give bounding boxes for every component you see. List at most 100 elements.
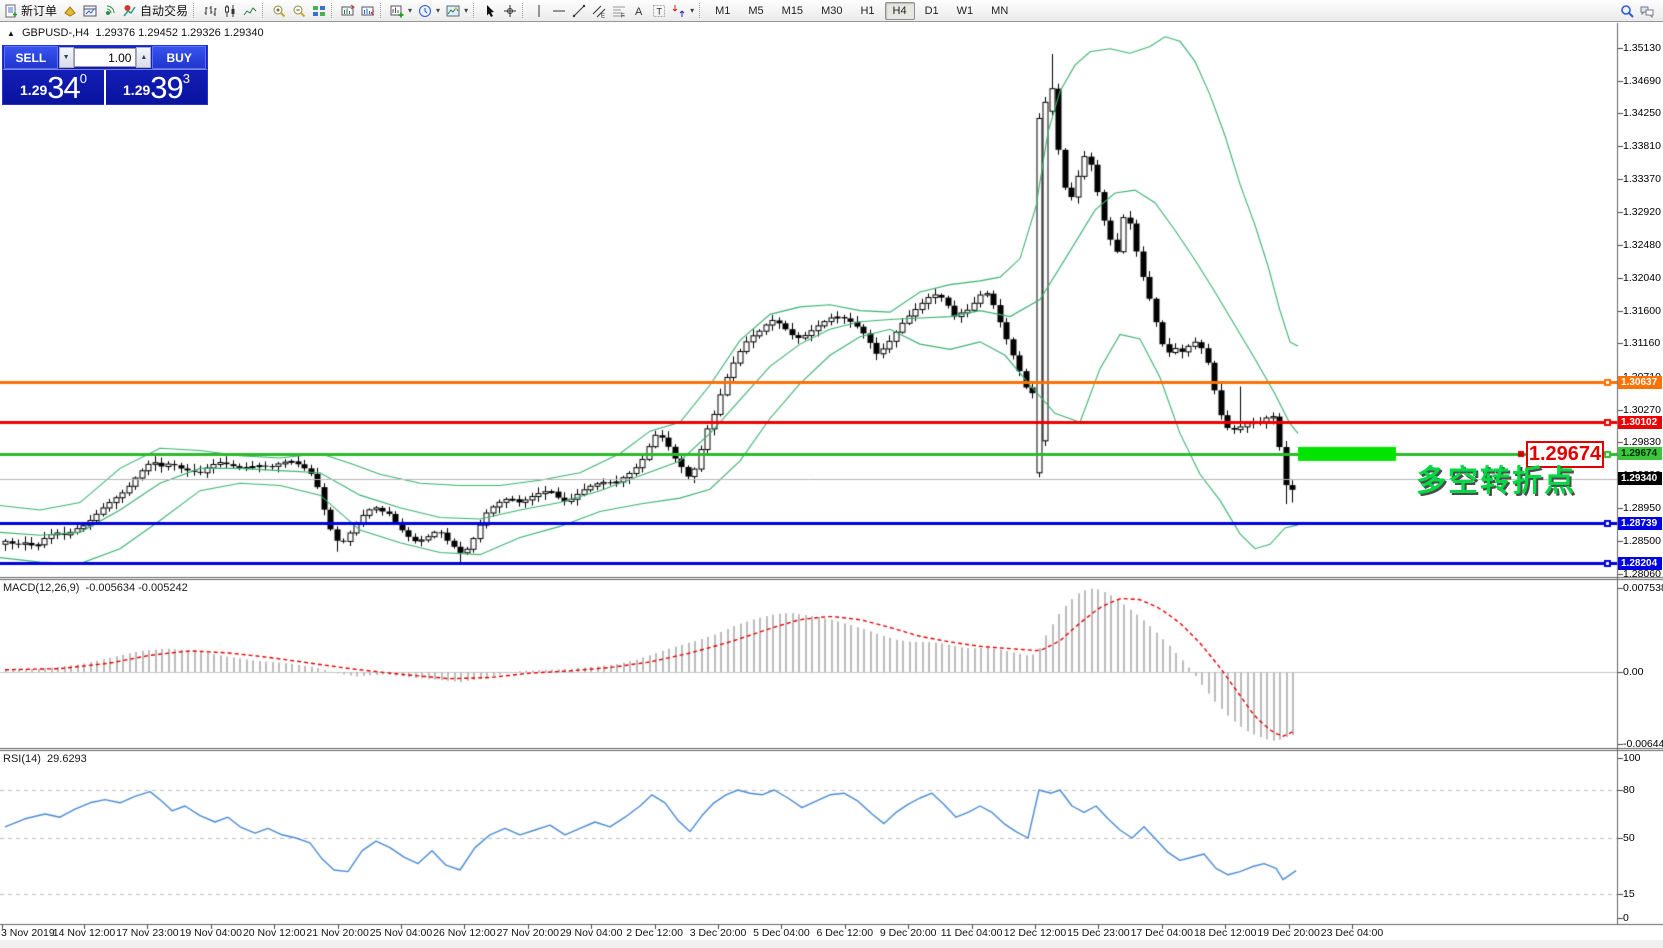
new-order-button[interactable]: 新订单 — [1, 1, 60, 21]
buy-price-sup: 3 — [183, 72, 190, 85]
fibonacci-button[interactable]: F — [609, 1, 629, 21]
toolbar-buttons: 新订单自动交易▾▾▾EFAT▾ — [1, 1, 706, 21]
zoom-out-button[interactable] — [289, 1, 309, 21]
timeframe-h1-button[interactable]: H1 — [852, 2, 882, 20]
timeframe-m15-button[interactable]: M15 — [774, 2, 811, 20]
price-axis-tick: 1.31160 — [1623, 337, 1660, 349]
text-label-button[interactable]: T — [649, 1, 669, 21]
timeframe-mn-button[interactable]: MN — [983, 2, 1016, 20]
timeframe-m1-button[interactable]: M1 — [707, 2, 738, 20]
template-button[interactable]: ▾ — [443, 1, 471, 21]
price-axis-tick: 1.34690 — [1623, 75, 1661, 87]
toolbar-separator — [473, 3, 477, 18]
zoom-in-button[interactable] — [269, 1, 289, 21]
rsi-name: RSI(14) — [3, 753, 41, 765]
hline-price-chip: 1.30102 — [1618, 416, 1662, 429]
charts-window-icon — [83, 4, 97, 18]
volume-input[interactable]: 1.00 — [74, 48, 137, 67]
crosshair-button[interactable] — [500, 1, 520, 21]
autotrade-button[interactable]: 自动交易 — [120, 1, 191, 21]
sell-button[interactable]: SELL — [4, 46, 58, 69]
price-axis-tick: 1.34250 — [1623, 107, 1661, 119]
indicator-list-button[interactable] — [338, 1, 358, 21]
new-order-icon — [4, 4, 18, 18]
symbol-period-label: GBPUSD-,H4 — [22, 27, 89, 39]
cursor-icon — [483, 4, 497, 18]
charts-window-button[interactable] — [80, 1, 100, 21]
buy-price[interactable]: 1.29393 — [106, 70, 207, 105]
price-axis-tick: 1.28500 — [1623, 535, 1661, 547]
sell-price-int: 1.29 — [20, 77, 47, 103]
sell-price-big: 34 — [47, 72, 79, 103]
timeframe-h4-button[interactable]: H4 — [885, 2, 915, 20]
bar-chart-button[interactable] — [200, 1, 220, 21]
one-click-trading-panel: SELL ▼ 1.00 ▲ BUY 1.29340 1.29393 — [2, 45, 208, 105]
template-icon — [446, 4, 460, 18]
buy-price-int: 1.29 — [123, 77, 150, 103]
rsi-axis-tick: 100 — [1623, 752, 1641, 764]
volume-decrease-button[interactable]: ▼ — [59, 47, 74, 68]
macd-label: MACD(12,26,9) -0.005634 -0.005242 — [3, 582, 188, 594]
current-price-chip: 1.29340 — [1618, 472, 1662, 485]
timeframe-d1-button[interactable]: D1 — [917, 2, 947, 20]
rsi-value: 29.6293 — [47, 753, 87, 765]
svg-text:A: A — [635, 6, 643, 18]
zoom-out-icon — [292, 4, 306, 18]
svg-text:E: E — [601, 13, 605, 18]
equidistant-channel-button[interactable]: E — [589, 1, 609, 21]
text-button[interactable]: A — [629, 1, 649, 21]
price-axis-tick: 1.32920 — [1623, 206, 1661, 218]
hline-price-chip: 1.28739 — [1618, 517, 1662, 530]
tile-windows-icon — [312, 4, 326, 18]
rsi-axis-tick: 15 — [1623, 888, 1635, 900]
chat-button[interactable] — [1637, 1, 1657, 21]
chevron-down-icon: ▾ — [408, 6, 412, 15]
chevron-down-icon: ▾ — [690, 6, 694, 15]
add-indicator-icon — [390, 4, 404, 18]
signal-button[interactable] — [100, 1, 120, 21]
rsi-axis-tick: 80 — [1623, 784, 1635, 796]
periods-button[interactable]: ▾ — [415, 1, 443, 21]
vertical-line-icon — [532, 4, 546, 18]
sell-price[interactable]: 1.29340 — [3, 70, 106, 105]
vertical-line-button[interactable] — [529, 1, 549, 21]
candle-chart-button[interactable] — [220, 1, 240, 21]
horizontal-line-button[interactable] — [549, 1, 569, 21]
rsi-axis-tick: 50 — [1623, 832, 1635, 844]
collapse-arrow-icon[interactable]: ▲ — [7, 29, 15, 38]
timeframe-w1-button[interactable]: W1 — [949, 2, 982, 20]
price-axis-tick: 1.31600 — [1623, 305, 1661, 317]
new-order-label: 新订单 — [21, 2, 57, 19]
price-axis-tick: 1.33810 — [1623, 140, 1661, 152]
arrows-button[interactable]: ▾ — [669, 1, 697, 21]
timeframe-m5-button[interactable]: M5 — [740, 2, 771, 20]
data-window-button[interactable] — [358, 1, 378, 21]
periods-icon — [418, 4, 432, 18]
toolbar-right-buttons — [1617, 1, 1657, 21]
candle-chart-icon — [223, 4, 237, 18]
zoom-in-icon — [272, 4, 286, 18]
volume-increase-button[interactable]: ▲ — [136, 47, 151, 68]
indicator-list-icon — [341, 4, 355, 18]
buy-button[interactable]: BUY — [152, 46, 206, 69]
chart-canvas[interactable] — [0, 0, 1663, 948]
hline-price-chip: 1.30637 — [1618, 376, 1662, 389]
line-chart-button[interactable] — [240, 1, 260, 21]
autotrade-icon — [123, 4, 137, 18]
chart-title: ▲ GBPUSD-,H4 1.29376 1.29452 1.29326 1.2… — [7, 27, 264, 39]
autotrade-label: 自动交易 — [140, 2, 188, 19]
add-indicator-button[interactable]: ▾ — [387, 1, 415, 21]
text-label-icon: T — [652, 4, 666, 18]
svg-text:T: T — [657, 6, 663, 16]
rsi-label: RSI(14) 29.6293 — [3, 753, 87, 765]
gold-button[interactable] — [60, 1, 80, 21]
signal-icon — [103, 4, 117, 18]
cursor-button[interactable] — [480, 1, 500, 21]
search-button[interactable] — [1617, 1, 1637, 21]
timeframe-m30-button[interactable]: M30 — [813, 2, 850, 20]
chevron-down-icon: ▾ — [464, 6, 468, 15]
search-icon — [1620, 4, 1634, 18]
tile-windows-button[interactable] — [309, 1, 329, 21]
equidistant-channel-icon: E — [592, 4, 606, 18]
trend-line-button[interactable] — [569, 1, 589, 21]
